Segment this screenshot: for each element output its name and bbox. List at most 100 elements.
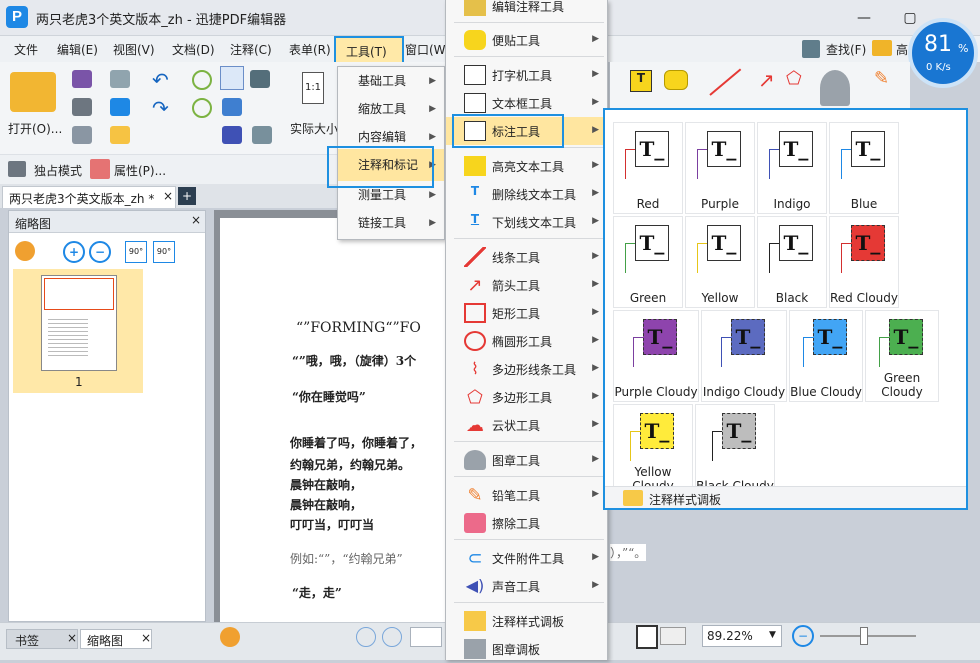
actual-size-button[interactable]: 实际大小 [290, 120, 338, 137]
style-tile[interactable]: T_ Blue [829, 122, 899, 214]
menu-item-ellipse[interactable]: 椭圆形工具 ▶ [446, 327, 607, 355]
find-button[interactable]: 查找(F) [826, 41, 866, 58]
speed-gauge[interactable]: 81 % 0 K/s [908, 18, 978, 88]
add-tab-button[interactable]: + [178, 187, 196, 205]
export-icon[interactable] [72, 126, 92, 144]
hand-tool-icon[interactable] [220, 66, 244, 90]
style-tile[interactable]: T_ Black [757, 216, 827, 308]
menu-item-underline[interactable]: T 下划线文本工具 ▶ [446, 208, 607, 236]
menu-item-link-tools[interactable]: 链接工具 ▶ [338, 209, 444, 237]
style-tile[interactable]: T_ Purple Cloudy [613, 310, 699, 402]
menu-edit[interactable]: 编辑(E) [57, 41, 98, 58]
style-tile[interactable]: T_ Yellow [685, 216, 755, 308]
page-input[interactable] [410, 627, 442, 647]
menu-item-style-palette[interactable]: 注释样式调板 [446, 607, 607, 635]
minimize-button[interactable]: — [852, 8, 876, 28]
new-icon[interactable] [110, 126, 130, 144]
style-tile[interactable]: T_ Green [613, 216, 683, 308]
menu-item-pencil[interactable]: ✎ 铅笔工具 ▶ [446, 481, 607, 509]
zoom-out-icon[interactable]: − [792, 625, 814, 647]
menu-item-stamp-palette[interactable]: 图章调板 [446, 635, 607, 663]
prev-page-icon[interactable] [382, 627, 402, 647]
back-icon[interactable] [192, 70, 212, 90]
line-icon[interactable] [709, 68, 742, 96]
forward-icon[interactable] [192, 98, 212, 118]
menu-form[interactable]: 表单(R) [289, 41, 331, 58]
scan-icon[interactable] [110, 98, 130, 116]
snapshot-icon[interactable] [250, 70, 270, 88]
menu-item-basic-tools[interactable]: 基础工具 ▶ [338, 67, 444, 95]
arrow-icon[interactable]: ↗ [758, 68, 775, 92]
close-icon[interactable]: × [163, 189, 173, 203]
style-tile[interactable]: T_ Purple [685, 122, 755, 214]
menu-advanced[interactable]: 高 [896, 41, 908, 58]
style-tile[interactable]: T_ Red [613, 122, 683, 214]
zoom-slider-handle[interactable] [860, 627, 868, 645]
redo-icon[interactable]: ↷ [152, 96, 169, 120]
style-tile[interactable]: T_ Blue Cloudy [789, 310, 863, 402]
stamp-icon[interactable] [820, 70, 850, 106]
menu-item-edit-annotation[interactable]: 编辑注释工具 [446, 0, 607, 20]
first-page-icon[interactable] [356, 627, 376, 647]
style-tile[interactable]: T_ Red Cloudy [829, 216, 899, 308]
style-tile[interactable]: T_Black Cloudy [695, 404, 775, 496]
rotate-left-icon[interactable]: 90° [125, 241, 147, 263]
undo-icon[interactable]: ↶ [152, 68, 169, 92]
menu-document[interactable]: 文档(D) [172, 41, 215, 58]
menu-item-attachment[interactable]: ⊂ 文件附件工具 ▶ [446, 544, 607, 572]
menu-item-arrow[interactable]: ↗ 箭头工具 ▶ [446, 271, 607, 299]
save-icon[interactable] [72, 70, 92, 88]
two-page-icon[interactable] [660, 627, 686, 645]
menu-item-polyline[interactable]: ⌇ 多边形线条工具 ▶ [446, 355, 607, 383]
select-text-icon[interactable] [222, 98, 242, 116]
menu-item-stamp[interactable]: 图章工具 ▶ [446, 446, 607, 474]
edit-icon[interactable] [222, 126, 242, 144]
email-icon[interactable] [110, 70, 130, 88]
doc-icon[interactable] [252, 126, 272, 144]
rotate-right-icon[interactable]: 90° [153, 241, 175, 263]
menu-item-eraser[interactable]: 擦除工具 [446, 509, 607, 537]
tab-thumbnails[interactable]: 缩略图 × [80, 629, 152, 649]
style-tile[interactable]: T_ Green Cloudy [865, 310, 939, 402]
tab-bookmarks[interactable]: 书签 × [6, 629, 78, 649]
gear-icon[interactable] [220, 627, 240, 647]
properties-button[interactable]: 属性(P)... [114, 162, 166, 179]
zoom-out-icon[interactable]: − [89, 241, 111, 263]
menu-file[interactable]: 文件 [14, 41, 38, 58]
open-button[interactable]: 打开(O)... [8, 120, 62, 137]
style-tile[interactable]: T_ Indigo [757, 122, 827, 214]
zoom-slider[interactable] [820, 635, 916, 637]
menu-item-note[interactable]: 便贴工具 ▶ [446, 26, 607, 54]
thumbnail-item[interactable]: 1 [13, 269, 143, 393]
pencil-icon[interactable]: ✎ [874, 68, 889, 89]
note-icon[interactable] [664, 70, 688, 90]
menu-item-textbox[interactable]: 文本框工具 ▶ [446, 89, 607, 117]
gear-icon[interactable] [15, 241, 35, 261]
open-folder-icon[interactable] [10, 72, 56, 112]
menu-item-cloud[interactable]: ☁ 云状工具 ▶ [446, 411, 607, 439]
menu-item-zoom-tools[interactable]: 缩放工具 ▶ [338, 95, 444, 123]
polygon-icon[interactable]: ⬠ [786, 68, 802, 89]
menu-item-sound[interactable]: ◀) 声音工具 ▶ [446, 572, 607, 600]
zoom-select[interactable]: 89.22% ▼ [702, 625, 782, 647]
menu-item-line[interactable]: 线条工具 ▶ [446, 243, 607, 271]
menu-item-highlight[interactable]: 高亮文本工具 ▶ [446, 152, 607, 180]
typewriter-icon[interactable]: T [630, 70, 652, 92]
close-icon[interactable]: × [191, 213, 201, 227]
single-mode-button[interactable]: 独占模式 [34, 162, 82, 179]
menu-comment[interactable]: 注释(C) [230, 41, 272, 58]
single-page-icon[interactable] [636, 625, 658, 649]
palette-footer[interactable]: 注释样式调板 [605, 486, 966, 508]
print-icon[interactable] [72, 98, 92, 116]
menu-item-polygon[interactable]: ⬠ 多边形工具 ▶ [446, 383, 607, 411]
actual-size-icon[interactable]: 1:1 [302, 72, 324, 104]
menu-item-typewriter[interactable]: 打字机工具 ▶ [446, 61, 607, 89]
style-tile[interactable]: T_ Indigo Cloudy [701, 310, 787, 402]
style-tile[interactable]: T_Yellow Cloudy [613, 404, 693, 496]
zoom-in-icon[interactable]: + [63, 241, 85, 263]
menu-view[interactable]: 视图(V) [113, 41, 155, 58]
menu-item-rectangle[interactable]: 矩形工具 ▶ [446, 299, 607, 327]
maximize-button[interactable]: ▢ [898, 8, 922, 28]
menu-window[interactable]: 窗口(W [405, 41, 446, 58]
tab-document[interactable]: 两只老虎3个英文版本_zh * × [2, 186, 176, 208]
